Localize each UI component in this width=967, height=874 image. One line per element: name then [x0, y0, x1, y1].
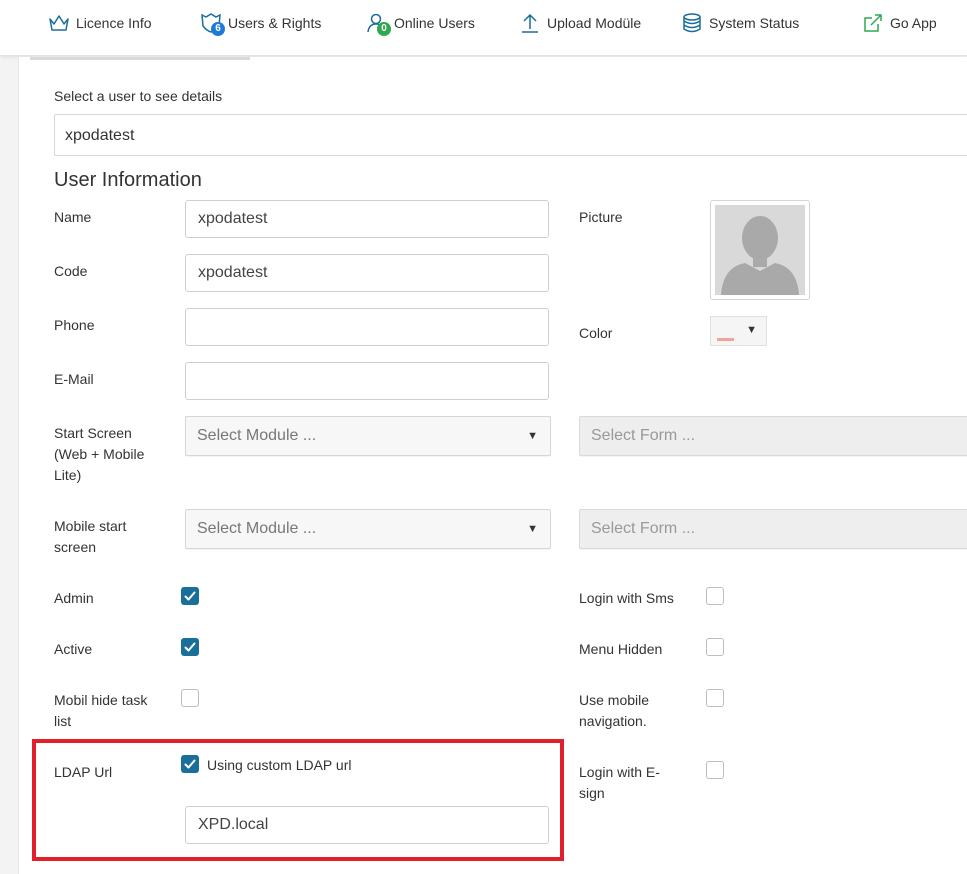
color-label: Color	[579, 325, 613, 341]
mobile-module-select[interactable]: Select Module ... ▼	[185, 509, 551, 549]
external-link-icon	[862, 12, 884, 34]
nav-goapp-label: Go App	[890, 15, 937, 31]
users-count-badge: 6	[211, 22, 225, 36]
code-label: Code	[54, 263, 88, 279]
section-heading: User Information	[54, 169, 202, 191]
code-input[interactable]	[185, 254, 549, 292]
upload-icon	[519, 12, 541, 34]
nav-upload-module[interactable]: Upload Modüle	[519, 0, 641, 46]
start-module-placeholder: Select Module ...	[197, 427, 317, 444]
login-sms-checkbox[interactable]	[706, 587, 724, 605]
user-icon: 0	[366, 12, 391, 36]
user-select[interactable]: xpodatest	[54, 114, 967, 156]
nav-online-users[interactable]: 0 Online Users	[366, 0, 475, 46]
online-count-badge: 0	[377, 22, 391, 36]
mobile-nav-label: Use mobile navigation.	[579, 692, 650, 729]
nav-licence-info[interactable]: Licence Info	[48, 0, 152, 46]
active-label: Active	[54, 641, 93, 657]
caret-down-icon: ▼	[527, 523, 538, 535]
nav-upload-label: Upload Modüle	[547, 15, 642, 31]
user-picture[interactable]	[710, 200, 810, 300]
phone-input[interactable]	[185, 308, 549, 346]
database-icon	[681, 12, 703, 34]
name-input[interactable]	[185, 200, 549, 238]
admin-label: Admin	[54, 590, 94, 606]
phone-label: Phone	[54, 317, 95, 333]
active-checkbox[interactable]	[181, 638, 199, 656]
email-label: E-Mail	[54, 371, 94, 387]
crown-icon	[48, 12, 70, 34]
admin-checkbox[interactable]	[181, 587, 199, 605]
nav-users-label: Users & Rights	[228, 15, 322, 31]
login-esign-label: Login with E-sign	[579, 764, 660, 801]
nav-licence-label: Licence Info	[76, 15, 152, 31]
mobil-hide-checkbox[interactable]	[181, 689, 199, 707]
nav-online-label: Online Users	[394, 15, 475, 31]
highlight-box	[32, 739, 564, 861]
caret-down-icon: ▼	[746, 324, 757, 336]
name-label: Name	[54, 209, 92, 225]
login-esign-checkbox[interactable]	[706, 761, 724, 779]
nav-status-label: System Status	[709, 15, 800, 31]
mobil-hide-label: Mobil hide task list	[54, 692, 148, 729]
color-picker[interactable]: ▼	[710, 316, 767, 346]
login-sms-label: Login with Sms	[579, 590, 674, 606]
shield-users-icon: 6	[200, 12, 225, 36]
start-form-placeholder: Select Form ...	[591, 427, 696, 444]
avatar-placeholder-icon	[715, 205, 805, 295]
select-user-label: Select a user to see details	[54, 88, 223, 104]
color-swatch	[717, 338, 734, 341]
active-tab-indicator	[30, 57, 250, 60]
mobile-nav-checkbox[interactable]	[706, 689, 724, 707]
picture-label: Picture	[579, 209, 623, 225]
menu-hidden-label: Menu Hidden	[579, 641, 663, 657]
email-input[interactable]	[185, 362, 549, 400]
nav-system-status[interactable]: System Status	[681, 0, 799, 46]
top-navigation: Licence Info 6 Users & Rights 0 Online U…	[0, 0, 967, 56]
menu-hidden-checkbox[interactable]	[706, 638, 724, 656]
mobile-form-placeholder: Select Form ...	[591, 520, 696, 537]
mobile-module-placeholder: Select Module ...	[197, 520, 317, 537]
mobile-form-select[interactable]: Select Form ...	[579, 509, 967, 549]
caret-down-icon: ▼	[527, 430, 538, 442]
start-form-select[interactable]: Select Form ...	[579, 416, 967, 456]
start-module-select[interactable]: Select Module ... ▼	[185, 416, 551, 456]
nav-users-rights[interactable]: 6 Users & Rights	[200, 0, 321, 46]
nav-go-app[interactable]: Go App	[862, 0, 937, 46]
mobile-start-label: Mobile start screen	[54, 518, 127, 555]
start-screen-label: Start Screen (Web + Mobile Lite)	[54, 425, 145, 483]
